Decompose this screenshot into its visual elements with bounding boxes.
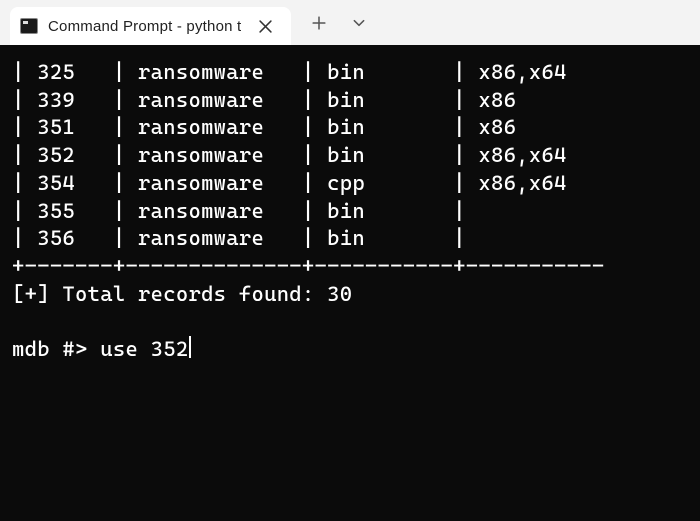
tab-dropdown-button[interactable]: [341, 7, 377, 39]
tab-active[interactable]: Command Prompt - python t: [10, 7, 291, 45]
terminal-output[interactable]: | 325 | ransomware | bin | x86,x64 | 339…: [0, 45, 700, 521]
command-input[interactable]: use 352: [100, 337, 188, 361]
tab-title: Command Prompt - python t: [48, 18, 241, 35]
text-cursor: [189, 336, 191, 358]
summary-prefix: [+] Total records found:: [12, 282, 327, 306]
new-tab-button[interactable]: [301, 7, 337, 39]
tab-bar: Command Prompt - python t: [0, 0, 700, 45]
prompt-label: mdb #>: [12, 337, 100, 361]
summary-count: 30: [327, 282, 352, 306]
close-icon: [259, 20, 272, 33]
table-rows: | 325 | ransomware | bin | x86,x64 | 339…: [12, 60, 592, 250]
chevron-down-icon: [352, 16, 366, 30]
terminal-icon: [20, 18, 38, 34]
tab-bar-actions: [291, 7, 377, 39]
plus-icon: [312, 16, 326, 30]
table-separator: +-------+--------------+-----------+----…: [12, 254, 604, 278]
summary-line: [+] Total records found: 30: [12, 282, 352, 306]
tab-close-button[interactable]: [251, 12, 279, 40]
prompt-line: mdb #> use 352: [12, 337, 191, 361]
